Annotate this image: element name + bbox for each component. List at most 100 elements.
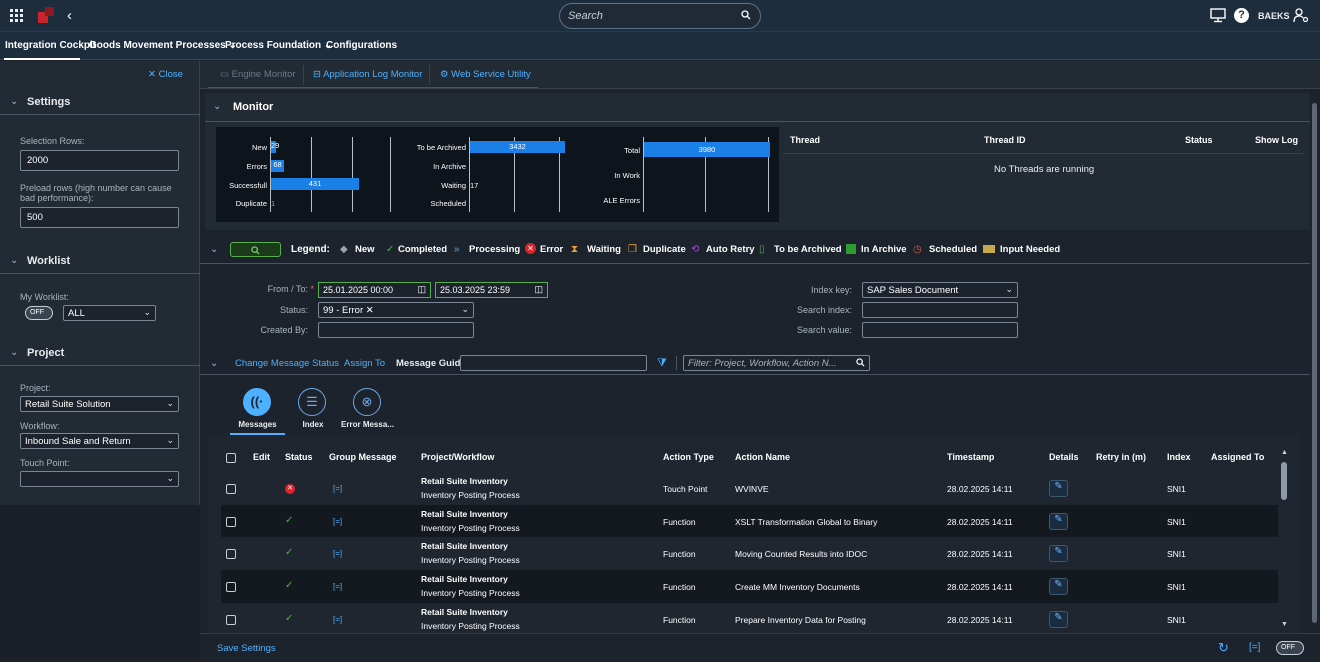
tab-configurations[interactable]: Configurations	[326, 40, 397, 51]
processing-icon: »	[454, 244, 460, 255]
view-tab-messages[interactable]: ((· Messages	[230, 388, 285, 435]
user-name[interactable]: BAEKS	[1258, 11, 1290, 21]
workflow-name: Inventory Posting Process	[421, 620, 520, 631]
group-message-icon[interactable]: [=]	[1249, 642, 1260, 653]
worklist-select[interactable]: ALL ⌄	[63, 305, 156, 321]
page-scrollbar-thumb[interactable]	[1312, 103, 1317, 623]
select-all-checkbox[interactable]	[226, 453, 236, 463]
group-message-icon[interactable]: [=]	[333, 517, 342, 526]
search-icon[interactable]	[856, 358, 865, 369]
from-date-input[interactable]: 25.01.2025 00:00 ◫	[318, 282, 431, 298]
settings-section-header[interactable]: ⌄ Settings	[0, 89, 200, 115]
chart-label: New	[251, 143, 267, 152]
change-message-status-link[interactable]: Change Message Status	[235, 358, 339, 369]
user-settings-icon[interactable]	[1293, 8, 1309, 26]
project-name: Retail Suite Inventory	[421, 574, 508, 585]
calendar-icon[interactable]: ◫	[534, 284, 543, 295]
search-icon[interactable]	[741, 10, 751, 23]
selection-rows-input[interactable]: 2000	[20, 150, 179, 171]
app-grid-icon[interactable]	[10, 9, 23, 22]
worklist-toggle[interactable]: OFF	[25, 306, 53, 320]
project-select[interactable]: Retail Suite Solution ⌄	[20, 396, 179, 412]
engine-monitor-button[interactable]: ▭ Engine Monitor	[220, 69, 296, 80]
back-icon[interactable]: ‹	[67, 7, 72, 24]
check-icon: ✓	[285, 580, 294, 592]
page-scrollbar[interactable]	[1311, 93, 1318, 633]
utility-toolbar: ▭ Engine Monitor ⊟ Application Log Monit…	[200, 61, 1320, 89]
scroll-up-icon[interactable]: ▲	[1281, 449, 1288, 456]
index-key-select[interactable]: SAP Sales Document ⌄	[862, 282, 1018, 298]
status-token[interactable]: 99 - Error ✕	[323, 305, 374, 316]
scroll-down-icon[interactable]: ▼	[1281, 621, 1288, 628]
screen-icon[interactable]	[1210, 8, 1226, 26]
timestamp: 28.02.2025 14:11	[947, 484, 1013, 494]
details-button[interactable]: ✎	[1049, 545, 1068, 563]
group-message-icon[interactable]: [=]	[333, 484, 342, 493]
index-value: SNI1	[1167, 516, 1186, 527]
assign-to-link[interactable]: Assign To	[344, 358, 385, 369]
tab-active-indicator	[4, 58, 80, 60]
engine-monitor-label: Engine Monitor	[231, 69, 296, 80]
web-service-utility-button[interactable]: ⚙ Web Service Utility	[440, 69, 531, 80]
workflow-select[interactable]: Inbound Sale and Return ⌄	[20, 433, 179, 449]
search-button[interactable]	[230, 242, 281, 257]
to-date-input[interactable]: 25.03.2025 23:59 ◫	[435, 282, 548, 298]
footer-toggle[interactable]: OFF	[1276, 641, 1304, 655]
details-button[interactable]: ✎	[1049, 610, 1068, 628]
close-icon[interactable]: ✕	[366, 305, 374, 316]
bar-successful[interactable]: 431	[271, 178, 359, 190]
bar-errors[interactable]: 68	[271, 160, 284, 172]
calendar-icon[interactable]: ◫	[417, 284, 426, 295]
preload-rows-input[interactable]: 500	[20, 207, 179, 228]
table-row[interactable]: ✓ [=] Retail Suite Inventory Inventory P…	[221, 602, 1278, 636]
details-button[interactable]: ✎	[1049, 480, 1068, 497]
table-row[interactable]: ✓ [=] Retail Suite Inventory Inventory P…	[221, 570, 1278, 604]
row-checkbox[interactable]	[226, 549, 236, 560]
row-checkbox[interactable]	[226, 484, 236, 494]
project-select-value: Retail Suite Solution	[25, 399, 111, 410]
refresh-icon[interactable]: ↻	[1218, 640, 1229, 656]
bar-total[interactable]: 3980	[644, 142, 770, 157]
chevron-down-icon[interactable]: ⌄	[213, 101, 221, 112]
table-row[interactable]: ✕ [=] Retail Suite Inventory Inventory P…	[221, 472, 1278, 505]
chevron-down-icon[interactable]: ⌄	[210, 358, 218, 369]
chevron-down-icon[interactable]: ⌄	[210, 244, 218, 255]
created-by-input[interactable]	[318, 322, 474, 338]
message-guid-input[interactable]	[460, 355, 647, 371]
row-checkbox[interactable]	[226, 614, 236, 625]
application-log-monitor-button[interactable]: ⊟ Application Log Monitor	[313, 69, 422, 80]
status-multiselect[interactable]: 99 - Error ✕ ⌄	[318, 302, 474, 318]
chart-label: Errors	[246, 162, 267, 171]
group-message-icon[interactable]: [=]	[333, 549, 342, 558]
worklist-section-header[interactable]: ⌄ Worklist	[0, 248, 200, 274]
project-section-header[interactable]: ⌄ Project	[0, 340, 200, 366]
bar-to-be-archived[interactable]: 3432	[470, 141, 565, 153]
search-index-input[interactable]	[862, 302, 1018, 318]
filter-search-input[interactable]: Filter: Project, Workflow, Action N...	[683, 355, 870, 371]
table-row[interactable]: ✓ [=] Retail Suite Inventory Inventory P…	[221, 537, 1278, 571]
clear-filter-icon[interactable]: ⧩	[657, 357, 667, 370]
worklist-select-value: ALL	[68, 308, 85, 319]
scrollbar-thumb[interactable]	[1281, 462, 1287, 500]
vertical-scrollbar[interactable]: ▲ ▼	[1281, 449, 1288, 631]
save-settings-button[interactable]: Save Settings	[217, 643, 276, 654]
bar-new[interactable]: 29	[271, 141, 279, 153]
close-button[interactable]: ✕ Close	[148, 69, 183, 80]
tab-integration-cockpit[interactable]: Integration Cockpit	[5, 40, 96, 51]
group-message-icon[interactable]: [=]	[333, 582, 342, 591]
row-checkbox[interactable]	[226, 516, 236, 527]
search-value-input[interactable]	[862, 322, 1018, 338]
group-message-icon[interactable]: [=]	[333, 615, 342, 624]
view-tab-error-messages[interactable]: ⊗ Error Messa...	[340, 388, 395, 435]
tab-goods-movement[interactable]: Goods Movement Processes ⌄	[89, 40, 237, 51]
timestamp: 28.02.2025 14:11	[947, 614, 1013, 625]
table-row[interactable]: ✓ [=] Retail Suite Inventory Inventory P…	[221, 504, 1278, 538]
details-button[interactable]: ✎	[1049, 578, 1068, 596]
help-icon[interactable]: ?	[1234, 8, 1249, 23]
tab-process-foundation[interactable]: Process Foundation ⌄	[225, 40, 332, 51]
touch-point-select[interactable]: ⌄	[20, 471, 179, 487]
row-checkbox[interactable]	[226, 582, 236, 593]
details-button[interactable]: ✎	[1049, 512, 1068, 530]
view-tab-index[interactable]: ☰ Index	[293, 388, 333, 435]
search-input[interactable]: Search	[559, 3, 761, 29]
